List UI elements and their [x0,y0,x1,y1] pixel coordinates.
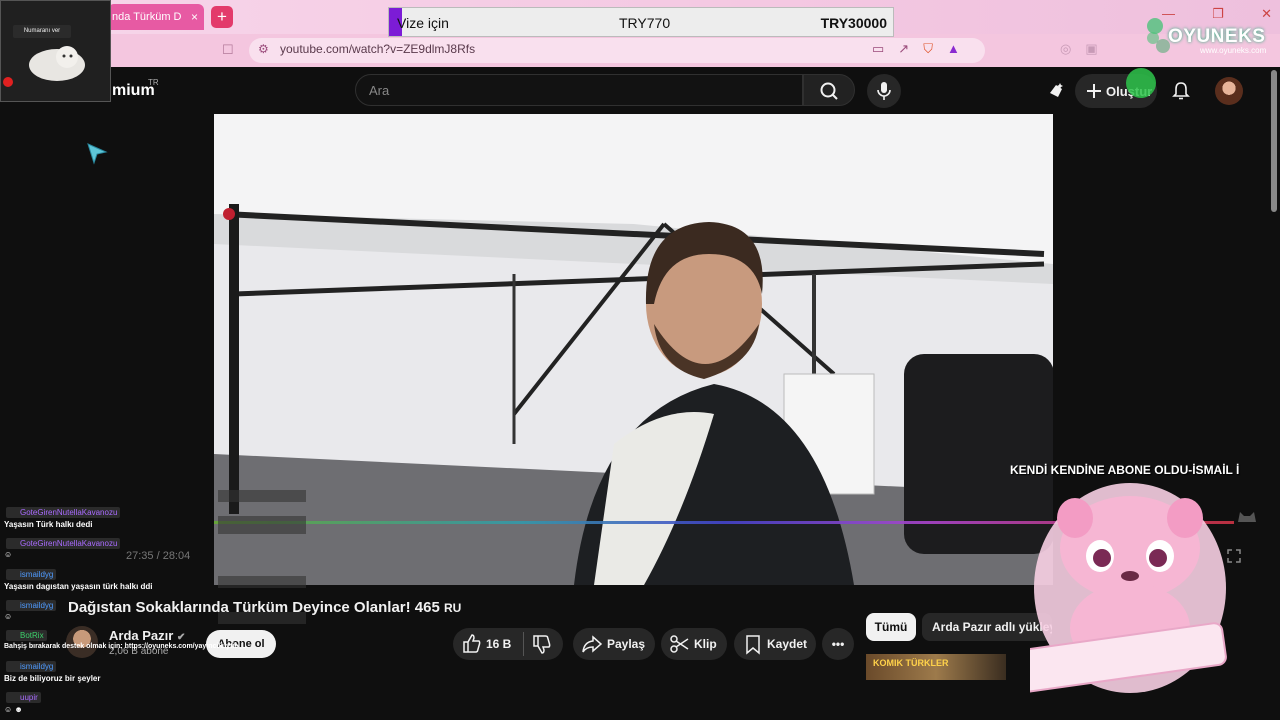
chat-username: uupir [6,692,41,703]
chat-username: GoteGirenNutellaKavanozu [6,507,121,518]
video-player[interactable] [214,114,1053,585]
puzzle-icon[interactable]: ▣ [1085,41,1097,57]
share-button[interactable]: Paylaş [573,628,655,660]
chip-all[interactable]: Tümü [866,613,916,641]
notifications-icon[interactable] [1170,80,1192,102]
scissors-icon [670,635,689,653]
chat-emote-icon: ☺ [4,550,13,559]
share-label: Paylaş [607,637,646,651]
search-icon [820,82,838,100]
cast-icon[interactable]: ▭ [872,41,884,57]
donation-goal-bar: Vize için TRY770 TRY30000 [388,7,894,37]
more-actions-button[interactable]: ••• [822,628,854,660]
donation-current: TRY770 [619,15,671,31]
extension-icons: ◎ ▣ [1060,41,1098,57]
chat-message: Yaşasın dagıstan yaşasın türk halkı ddi [4,582,153,591]
voice-search-button[interactable] [867,74,901,108]
chat-username: ismaildyg [6,600,57,611]
tab-title: nda Türküm D [112,11,182,23]
share-arrow-icon [582,635,603,653]
search-input[interactable] [355,74,803,106]
plus-icon [1087,84,1101,98]
chat-overlay: GoteGirenNutellaKavanozu Yaşasın Türk ha… [0,488,310,720]
site-info-icon[interactable]: ⚙ [258,42,269,56]
logo-region: TR [148,78,159,87]
thumbs-up-icon [463,634,481,653]
shield-icon[interactable]: ⛉ [923,41,933,57]
ai-sparkle-icon[interactable] [1046,81,1066,101]
subscriber-alert: KENDİ KENDİNE ABONE OLDU-İSMAİL İ [1010,463,1240,477]
chat-placeholder-bar [218,576,306,588]
webcam-label: Numaranı ver [13,25,71,38]
search-placeholder: Ara [369,83,390,98]
search-button[interactable] [803,74,855,106]
chat-emote-icon: ☺ [4,612,13,621]
chat-emote-icon: ☺ ☻ [4,705,23,714]
url-bar-icons: ▭ ↗ ⛉ ▲ [872,41,960,57]
dislike-button[interactable] [531,628,553,660]
new-tab-button[interactable]: + [211,6,233,28]
green-overlay-blob [1126,68,1156,98]
thumbs-down-icon [533,635,551,654]
sponsor-url: www.oyuneks.com [1200,46,1267,55]
bookmark-icon[interactable]: ☐ [222,42,234,58]
like-count: 16 B [486,637,512,651]
save-label: Kaydet [767,637,808,651]
share-icon[interactable]: ↗ [898,41,909,57]
like-divider [523,632,524,656]
video-frame [214,114,1053,585]
chat-username: GoteGirenNutellaKavanozu [6,538,121,549]
mouse-cursor-icon [87,143,108,165]
clip-label: Klip [694,637,717,651]
more-icon: ••• [831,637,845,651]
recommendation-thumb-text: KOMIK TÜRKLER [873,658,949,668]
chat-username: BotRix [6,630,47,641]
donation-goal: TRY30000 [820,15,887,31]
tab-close-icon[interactable]: × [191,4,198,30]
chat-message: Biz de biliyoruz bir şeyler [4,674,101,683]
recording-indicator [3,77,13,87]
browser-tab[interactable]: nda Türküm D × [108,4,204,30]
streamer-mascot-image [1030,483,1227,695]
extension-icon[interactable]: ◎ [1060,41,1071,57]
url-text[interactable]: youtube.com/watch?v=ZE9dlmJ8Rfs [280,42,475,56]
like-button[interactable] [461,628,483,660]
save-button[interactable]: Kaydet [734,628,816,660]
chat-username: ismaildyg [6,569,57,580]
like-dislike-group: 16 B [453,628,563,660]
chat-placeholder-bar [218,516,306,534]
bookmark-save-icon [746,635,760,655]
microphone-icon [877,82,891,100]
chat-placeholder-bar [218,612,306,624]
chat-message: Yaşasın Türk halkı dedi [4,520,93,529]
video-title-suffix: RU [443,601,462,615]
clip-button[interactable]: Klip [661,628,727,660]
webcam-pet-image [29,46,85,81]
rewards-icon[interactable]: ▲ [947,41,960,57]
donation-label: Vize için [397,15,449,31]
scrollbar-thumb[interactable] [1271,70,1277,212]
webcam-overlay: Numaranı ver [0,0,111,102]
chat-message: Bahşiş bırakarak destek olmak için: http… [4,643,248,650]
chat-username: ismaildyg [6,661,57,672]
user-avatar[interactable] [1215,77,1243,105]
chat-placeholder-bar [218,490,306,502]
sponsor-name: OYUNEKS [1168,26,1266,47]
